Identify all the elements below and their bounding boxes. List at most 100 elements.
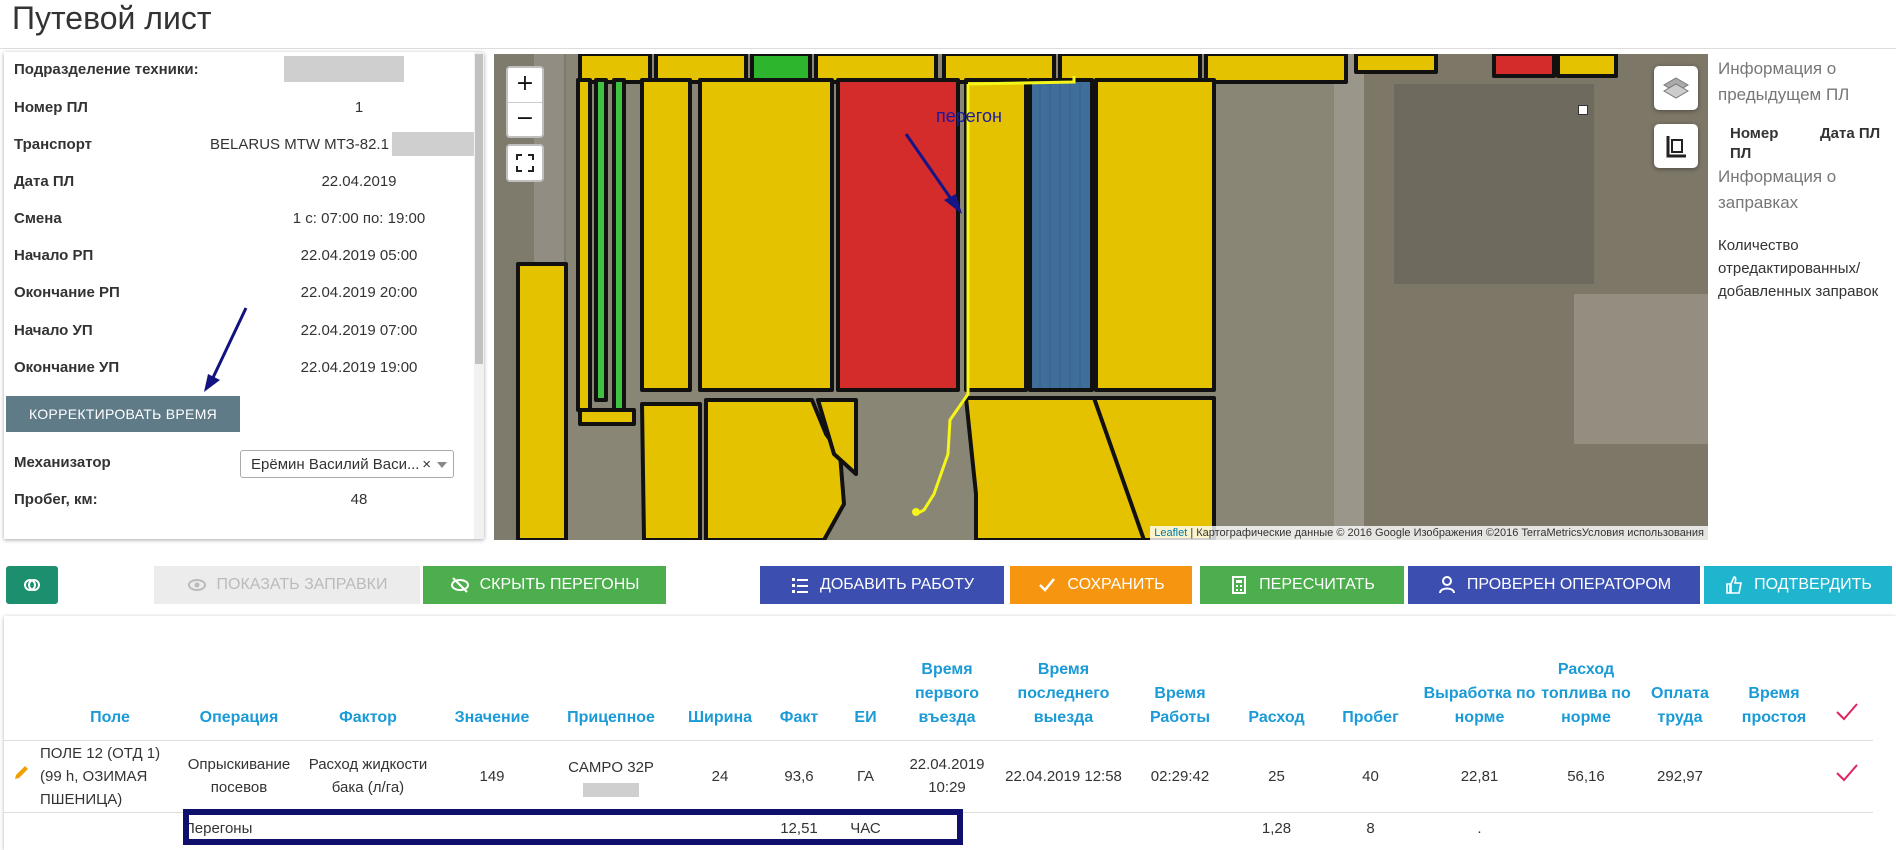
- info-label: Номер ПЛ: [14, 99, 88, 116]
- recalc-label: ПЕРЕСЧИТАТЬ: [1259, 576, 1375, 593]
- prev-waybill-header: Номер ПЛ Дата ПЛ: [1718, 124, 1896, 164]
- table-cell: 56,16: [1539, 739, 1633, 812]
- approve-column-header: [1821, 630, 1873, 740]
- table-cell: [1633, 811, 1727, 844]
- attribution-text: | Картографические данные © 2016 Google …: [1187, 527, 1704, 539]
- column-header[interactable]: Время последнего выезда: [999, 630, 1128, 740]
- trailer-cell: CAMPO 32P: [544, 739, 678, 812]
- pencil-icon[interactable]: [12, 764, 30, 782]
- ruler-icon: [1666, 136, 1686, 158]
- measure-button[interactable]: [1654, 124, 1698, 168]
- highlight-box: [183, 809, 963, 845]
- map-view[interactable]: перегон + − Leaflet | Картографические д…: [494, 54, 1708, 540]
- transfer-annotation: перегон: [936, 106, 1002, 126]
- hide-transfers-label: СКРЫТЬ ПЕРЕГОНЫ: [479, 576, 640, 593]
- info-label: Смена: [14, 210, 62, 227]
- approve-cell[interactable]: [1821, 739, 1873, 812]
- right-info-panel: Информация о предыдущем ПЛ Номер ПЛ Дата…: [1718, 56, 1896, 303]
- divider: [0, 48, 1896, 49]
- info-value: BELARUS MTW МТЗ-82.1: [210, 136, 389, 153]
- col-date: Дата ПЛ: [1820, 125, 1881, 142]
- trailer-name: CAMPO 32P: [568, 758, 654, 776]
- info-value: 22.04.2019: [321, 173, 397, 190]
- column-header[interactable]: Поле: [38, 630, 182, 740]
- column-header[interactable]: Расход топлива по норме: [1539, 630, 1633, 740]
- refresh-button[interactable]: [6, 566, 58, 604]
- layers-button[interactable]: [1654, 66, 1698, 110]
- zoom-control: + −: [506, 66, 544, 138]
- column-header[interactable]: Пробег: [1321, 630, 1420, 740]
- column-header[interactable]: Прицепное: [544, 630, 678, 740]
- column-header[interactable]: Значение: [440, 630, 544, 740]
- eye-icon: [187, 579, 206, 591]
- info-label: Транспорт: [14, 136, 93, 153]
- checked-by-operator-button[interactable]: ПРОВЕРЕН ОПЕРАТОРОМ: [1408, 566, 1700, 604]
- table-cell: ГА: [836, 739, 895, 812]
- save-label: СОХРАНИТЬ: [1067, 576, 1165, 593]
- info-value: 1: [354, 99, 364, 116]
- link-icon: [24, 579, 40, 591]
- resize-handle[interactable]: [1578, 105, 1588, 115]
- waybill-info-panel: Подразделение техники: Номер ПЛ 1 Трансп…: [4, 52, 484, 539]
- info-label: Подразделение техники:: [14, 61, 199, 78]
- chevron-down-icon[interactable]: [437, 462, 447, 468]
- clear-icon[interactable]: ×: [422, 451, 431, 477]
- column-header[interactable]: Время простоя: [1727, 630, 1821, 740]
- save-button[interactable]: СОХРАНИТЬ: [1010, 566, 1192, 604]
- edit-cell: [4, 811, 38, 844]
- confirm-button[interactable]: ПОДТВЕРДИТЬ: [1704, 566, 1892, 604]
- fullscreen-button[interactable]: [506, 144, 544, 182]
- table-cell: 40: [1321, 739, 1420, 812]
- column-header[interactable]: Расход: [1232, 630, 1321, 740]
- column-header[interactable]: Факт: [762, 630, 836, 740]
- approve-cell: [1821, 811, 1873, 844]
- recalc-button[interactable]: ПЕРЕСЧИТАТЬ: [1200, 566, 1404, 604]
- info-label: Начало РП: [14, 247, 94, 264]
- edit-column-header: [4, 630, 38, 740]
- hide-transfers-button[interactable]: СКРЫТЬ ПЕРЕГОНЫ: [423, 566, 666, 604]
- checkmark-icon: [1836, 702, 1858, 720]
- table-cell: 02:29:42: [1128, 739, 1232, 812]
- mechanic-selected-value: Ерёмин Василий Васи...: [251, 456, 420, 473]
- page-title: Путевой лист: [12, 0, 212, 36]
- column-header[interactable]: Время первого въезда: [895, 630, 999, 740]
- table-cell: [1128, 811, 1232, 844]
- column-header[interactable]: Операция: [182, 630, 296, 740]
- user-icon: [1438, 576, 1455, 594]
- redacted-value: [583, 782, 639, 797]
- mechanic-select[interactable]: Ерёмин Василий Васи... ×: [240, 450, 454, 478]
- column-header[interactable]: Фактор: [296, 630, 440, 740]
- prev-waybill-title: Информация о предыдущем ПЛ: [1718, 59, 1850, 104]
- checkmark-icon[interactable]: [1835, 763, 1859, 783]
- zoom-in-button[interactable]: +: [508, 68, 542, 103]
- info-label: Окончание РП: [14, 284, 120, 301]
- table-cell: 292,97: [1633, 739, 1727, 812]
- info-label: Начало УП: [14, 322, 93, 339]
- edit-cell[interactable]: [4, 739, 38, 812]
- table-cell: 8: [1321, 811, 1420, 844]
- table-cell: [38, 811, 182, 844]
- column-header[interactable]: Выработка по норме: [1420, 630, 1539, 740]
- edited-fuel-label: Количество отредактированных/ добавленны…: [1718, 237, 1879, 300]
- column-header[interactable]: ЕИ: [836, 630, 895, 740]
- leaflet-link[interactable]: Leaflet: [1154, 527, 1187, 539]
- table-cell: Расход жидкости бака (л/га): [296, 739, 440, 812]
- show-fuel-button[interactable]: ПОКАЗАТЬ ЗАПРАВКИ: [154, 566, 420, 604]
- annotation-arrow-icon: [204, 307, 248, 392]
- redacted-value: [284, 56, 404, 82]
- table-cell: [999, 811, 1128, 844]
- correct-time-button[interactable]: КОРРЕКТИРОВАТЬ ВРЕМЯ: [6, 396, 240, 432]
- eye-slash-icon: [450, 577, 469, 593]
- add-work-button[interactable]: ДОБАВИТЬ РАБОТУ: [760, 566, 1004, 604]
- column-header[interactable]: Ширина: [678, 630, 762, 740]
- table-cell: .: [1420, 811, 1539, 844]
- column-header[interactable]: Оплата труда: [1633, 630, 1727, 740]
- table-cell: 22,81: [1420, 739, 1539, 812]
- fuel-info-title: Информация о заправках: [1718, 167, 1837, 212]
- column-header[interactable]: Время Работы: [1128, 630, 1232, 740]
- table-row[interactable]: ПОЛЕ 12 (ОТД 1) (99 h, ОЗИМАЯ ПШЕНИЦА) О…: [4, 739, 1873, 812]
- check-icon: [1039, 578, 1056, 592]
- col-number: Номер ПЛ: [1730, 125, 1779, 162]
- map-attribution: Leaflet | Картографические данные © 2016…: [1150, 526, 1708, 540]
- zoom-out-button[interactable]: −: [508, 103, 542, 137]
